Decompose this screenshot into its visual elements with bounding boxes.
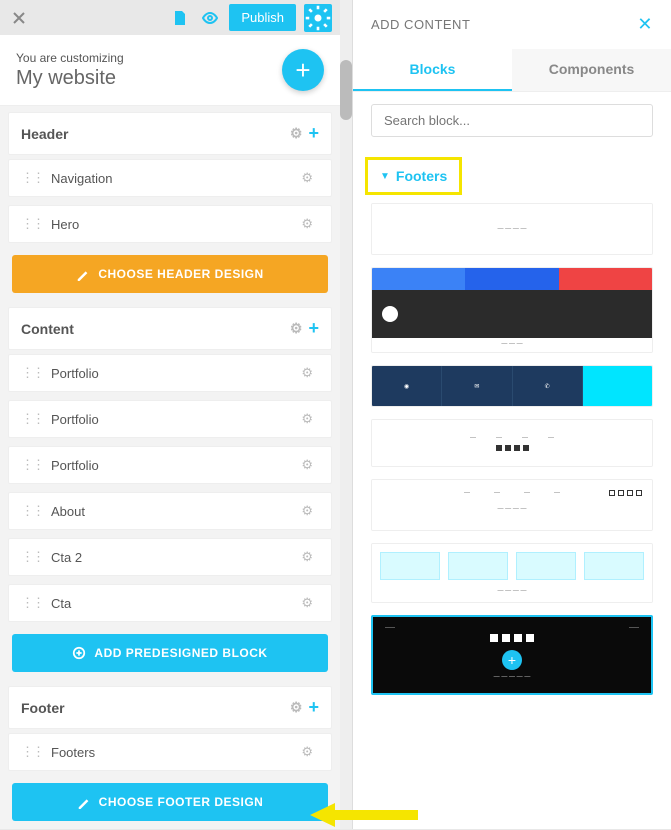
add-icon[interactable]: + (308, 123, 319, 144)
footer-template-6[interactable]: — — — — (371, 543, 653, 603)
gear-icon[interactable]: ⚙ (301, 595, 313, 611)
choose-header-design-button[interactable]: CHOOSE HEADER DESIGN (12, 255, 328, 293)
block-label: Portfolio (51, 366, 99, 381)
drag-handle-icon[interactable]: ⋮⋮ (21, 549, 43, 565)
footer-template-1[interactable]: — — — — (371, 203, 653, 255)
block-item[interactable]: ⋮⋮ Navigation ⚙ (8, 159, 332, 197)
gear-icon[interactable]: ⚙ (301, 549, 313, 565)
drag-handle-icon[interactable]: ⋮⋮ (21, 216, 43, 232)
scrollbar-thumb[interactable] (340, 60, 352, 120)
footer-template-5[interactable]: ————— — — — (371, 479, 653, 531)
category-label: Footers (396, 168, 447, 184)
button-label: ADD PREDESIGNED BLOCK (94, 646, 267, 660)
block-label: Cta (51, 596, 71, 611)
gear-icon[interactable]: ⚙ (301, 216, 313, 232)
block-item[interactable]: ⋮⋮ About ⚙ (8, 492, 332, 530)
drag-handle-icon[interactable]: ⋮⋮ (21, 503, 43, 519)
customizer-header: You are customizing My website + (0, 35, 340, 106)
choose-footer-design-button[interactable]: CHOOSE FOOTER DESIGN (12, 783, 328, 821)
gear-icon[interactable]: ⚙ (290, 125, 303, 142)
add-icon[interactable]: + (308, 318, 319, 339)
section-title: Header (21, 126, 68, 142)
preview-eye-icon[interactable] (199, 7, 221, 29)
gear-icon[interactable]: ⚙ (301, 744, 313, 760)
block-label: Footers (51, 745, 95, 760)
block-item[interactable]: ⋮⋮ Hero ⚙ (8, 205, 332, 243)
section-title: Footer (21, 700, 65, 716)
customizing-label: You are customizing (16, 51, 272, 65)
drag-handle-icon[interactable]: ⋮⋮ (21, 595, 43, 611)
button-label: CHOOSE FOOTER DESIGN (99, 795, 264, 809)
tabs: Blocks Components (353, 49, 671, 92)
section-footer[interactable]: Footer ⚙ + (9, 687, 331, 728)
panel-title: ADD CONTENT (371, 17, 470, 32)
tab-blocks[interactable]: Blocks (353, 49, 512, 91)
section-content[interactable]: Content ⚙ + (9, 308, 331, 349)
file-icon[interactable] (169, 7, 191, 29)
add-icon[interactable]: + (308, 697, 319, 718)
drag-handle-icon[interactable]: ⋮⋮ (21, 365, 43, 381)
gear-icon[interactable]: ⚙ (290, 320, 303, 337)
drag-handle-icon[interactable]: ⋮⋮ (21, 170, 43, 186)
caret-down-icon: ▼ (380, 171, 390, 182)
settings-gear-icon[interactable] (304, 4, 332, 32)
footer-thumbnails: — — — — — — — ◉✉✆ ———— ————— — — — — — —… (353, 203, 671, 713)
block-label: Cta 2 (51, 550, 82, 565)
top-toolbar: Publish (0, 0, 340, 35)
block-label: Navigation (51, 171, 112, 186)
drag-handle-icon[interactable]: ⋮⋮ (21, 457, 43, 473)
footer-template-3[interactable]: ◉✉✆ (371, 365, 653, 407)
site-title: My website (16, 67, 272, 90)
footer-template-4[interactable]: ———— (371, 419, 653, 467)
add-predesigned-block-button[interactable]: ADD PREDESIGNED BLOCK (12, 634, 328, 672)
section-title: Content (21, 321, 74, 337)
footer-template-7-selected[interactable]: ————+— — — — — (371, 615, 653, 695)
block-label: Portfolio (51, 458, 99, 473)
gear-icon[interactable]: ⚙ (301, 365, 313, 381)
category-footers[interactable]: ▼ Footers (365, 157, 462, 195)
gear-icon[interactable]: ⚙ (301, 411, 313, 427)
block-item[interactable]: ⋮⋮ Portfolio ⚙ (8, 446, 332, 484)
search-input[interactable] (371, 104, 653, 137)
block-label: Portfolio (51, 412, 99, 427)
gear-icon[interactable]: ⚙ (301, 457, 313, 473)
gear-icon[interactable]: ⚙ (301, 503, 313, 519)
close-icon[interactable] (8, 7, 30, 29)
panel-header: ADD CONTENT ✕ (353, 0, 671, 49)
publish-button[interactable]: Publish (229, 4, 296, 31)
block-item[interactable]: ⋮⋮ Portfolio ⚙ (8, 400, 332, 438)
add-block-button[interactable]: + (282, 49, 324, 91)
scrollbar[interactable] (340, 0, 352, 829)
block-item[interactable]: ⋮⋮ Cta ⚙ (8, 584, 332, 622)
close-panel-icon[interactable]: ✕ (637, 14, 653, 35)
button-label: CHOOSE HEADER DESIGN (98, 267, 263, 281)
section-header[interactable]: Header ⚙ + (9, 113, 331, 154)
block-item[interactable]: ⋮⋮ Portfolio ⚙ (8, 354, 332, 392)
block-label: Hero (51, 217, 79, 232)
gear-icon[interactable]: ⚙ (301, 170, 313, 186)
block-item[interactable]: ⋮⋮ Cta 2 ⚙ (8, 538, 332, 576)
block-label: About (51, 504, 85, 519)
tab-components[interactable]: Components (512, 49, 671, 91)
footer-template-2[interactable]: — — — (371, 267, 653, 353)
block-item[interactable]: ⋮⋮ Footers ⚙ (8, 733, 332, 771)
gear-icon[interactable]: ⚙ (290, 699, 303, 716)
drag-handle-icon[interactable]: ⋮⋮ (21, 744, 43, 760)
drag-handle-icon[interactable]: ⋮⋮ (21, 411, 43, 427)
